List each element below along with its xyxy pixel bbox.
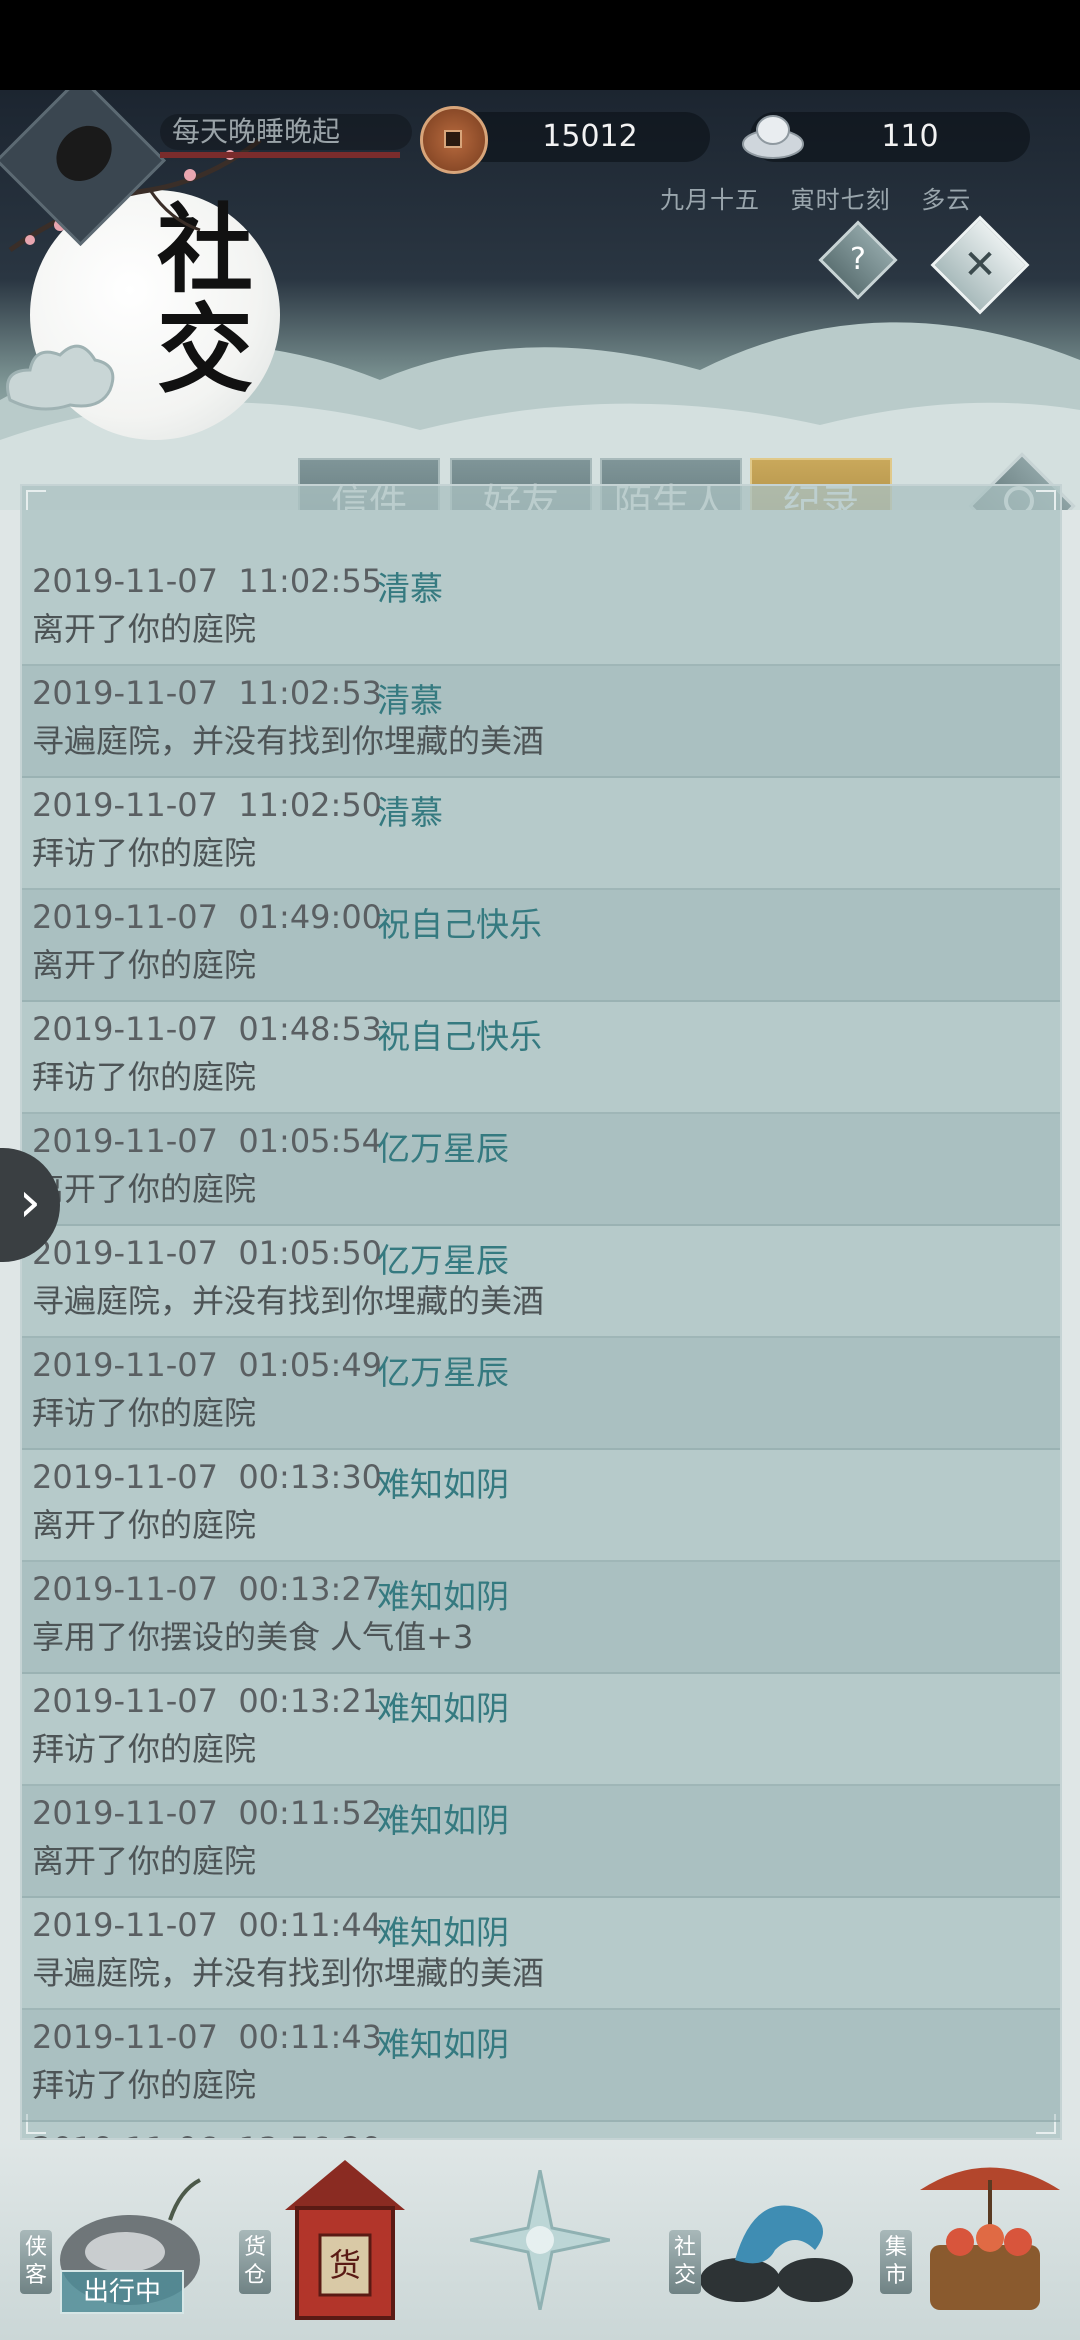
record-player-name[interactable]: 难知如阴: [377, 1794, 509, 1842]
record-action: 寻遍庭院，并没有找到你埋藏的美酒: [32, 1282, 545, 1320]
nav-market[interactable]: 集市: [880, 2150, 1070, 2340]
record-player-name[interactable]: 难知如阴: [377, 2018, 509, 2066]
nav-label: 社交: [669, 2230, 701, 2294]
market-stall-icon: [920, 2167, 1060, 2310]
record-row: 2019-11-07 01:05:54 亿万星辰离开了你的庭院: [22, 1114, 1060, 1226]
player-bar: [160, 152, 400, 158]
record-player-name[interactable]: 清慕: [377, 786, 443, 834]
record-action: 寻遍庭院，并没有找到你埋藏的美酒: [32, 722, 545, 760]
record-action: 拜访了你的庭院: [32, 2066, 257, 2104]
nav-xiake[interactable]: 侠客 出行中: [20, 2150, 210, 2340]
record-time: 2019-11-07 00:11:52: [32, 1794, 383, 1832]
warehouse-sign: 货: [329, 2246, 361, 2284]
record-time: 2019-11-07 11:02:55: [32, 562, 383, 600]
close-icon: ✕: [963, 242, 997, 288]
record-row: 2019-11-07 01:05:50 亿万星辰 寻遍庭院，并没有找到你埋藏的美酒: [22, 1226, 1060, 1338]
game-date: 九月十五: [660, 186, 760, 214]
record-action: 离开了你的庭院: [32, 610, 257, 648]
record-action: 离开了你的庭院: [32, 1842, 257, 1880]
warehouse-icon: 货: [285, 2160, 405, 2320]
record-time: 2019-11-07 01:49:00: [32, 898, 383, 936]
record-player-name[interactable]: 祝自己快乐: [377, 1010, 542, 1058]
bottom-nav: 侠客 出行中 货 货仓 社交 集市: [0, 2140, 1080, 2340]
record-time: 2019-11-07 00:11:43: [32, 2018, 383, 2056]
player-name: 每天晚睡晚起: [160, 114, 412, 150]
nav-label: 侠客: [20, 2230, 52, 2294]
nav-label: 货仓: [239, 2230, 271, 2294]
status-badge: 出行中: [60, 2270, 184, 2314]
game-hour: 寅时七刻: [790, 186, 891, 214]
records-list[interactable]: 2019-11-07 11:02:55 清慕 离开了你的庭院 2019-11-07 1…: [22, 554, 1060, 2138]
coin-value: 15012: [542, 119, 638, 154]
record-row: 2019-11-07 11:02:53 清慕 寻遍庭院，并没有找到你埋藏的美酒: [22, 666, 1060, 778]
record-player-name[interactable]: 亿万星辰: [377, 1122, 509, 1170]
record-time: 2019-11-06 13:56:29: [32, 2130, 382, 2138]
record-time: 2019-11-07 01:05:50: [32, 1234, 383, 1272]
record-row: 2019-11-07 00:13:27 难知如阴 享用了你摆设的美食 人气值+3: [22, 1562, 1060, 1674]
record-row: 2019-11-07 01:48:53 祝自己快乐拜访了你的庭院: [22, 1002, 1060, 1114]
social-wave-icon: [700, 2205, 853, 2302]
frame-corner: [1036, 490, 1056, 510]
frame-corner: [26, 490, 46, 510]
record-player-name[interactable]: 难知如阴: [377, 1458, 509, 1506]
record-row: 2019-11-07 11:02:55 清慕离开了你的庭院: [22, 554, 1060, 666]
records-panel[interactable]: 2019-11-07 11:02:55 清慕 离开了你的庭院 2019-11-07 1…: [20, 484, 1062, 2140]
silver-value: 110: [881, 119, 939, 154]
record-row: 2019-11-07 01:49:00 祝自己快乐离开了你的庭院: [22, 890, 1060, 1002]
chevron-right-icon: ›: [18, 1170, 42, 1235]
status-bar: [0, 0, 1080, 90]
record-player-name[interactable]: 难知如阴: [377, 2130, 509, 2138]
record-time: 2019-11-07 11:02:50: [32, 786, 383, 824]
record-row: 2019-11-07 00:13:21 难知如阴拜访了你的庭院: [22, 1674, 1060, 1786]
record-action: 离开了你的庭院: [32, 1170, 257, 1208]
silver-counter[interactable]: 110: [742, 112, 1030, 162]
record-row: 2019-11-07 00:13:30 难知如阴离开了你的庭院: [22, 1450, 1060, 1562]
record-action: 享用了你摆设的美食 人气值+3: [32, 1618, 474, 1656]
nav-home[interactable]: [470, 2150, 610, 2340]
record-player-name[interactable]: 难知如阴: [377, 1570, 509, 1618]
game-weather: 多云: [921, 186, 972, 214]
nav-social[interactable]: 社交: [665, 2150, 855, 2340]
record-player-name[interactable]: 亿万星辰: [377, 1346, 509, 1394]
record-time: 2019-11-07 00:13:21: [32, 1682, 383, 1720]
record-player-name[interactable]: 难知如阴: [377, 1906, 509, 1954]
silver-ingot-icon: [742, 115, 804, 159]
record-action: 拜访了你的庭院: [32, 1730, 257, 1768]
record-time: 2019-11-07 00:11:44: [32, 1906, 383, 1944]
record-action: 拜访了你的庭院: [32, 1058, 257, 1096]
record-player-name[interactable]: 难知如阴: [377, 1682, 509, 1730]
record-time: 2019-11-07 01:05:54: [32, 1122, 383, 1160]
record-time: 2019-11-07 11:02:53: [32, 674, 383, 712]
game-time: 九月十五 寅时七刻 多云: [660, 180, 971, 215]
record-time: 2019-11-07 01:48:53: [32, 1010, 383, 1048]
record-player-name[interactable]: 清慕: [377, 674, 443, 722]
nav-label: 集市: [880, 2230, 912, 2294]
question-icon: ?: [850, 242, 866, 277]
record-action: 拜访了你的庭院: [32, 834, 257, 872]
compass-star-icon: [470, 2170, 610, 2310]
record-row: 2019-11-07 00:11:43 难知如阴拜访了你的庭院: [22, 2010, 1060, 2122]
record-player-name[interactable]: 祝自己快乐: [377, 898, 542, 946]
record-action: 寻遍庭院，并没有找到你埋藏的美酒: [32, 1954, 545, 1992]
record-row: 2019-11-07 01:05:49 亿万星辰拜访了你的庭院: [22, 1338, 1060, 1450]
cloud-icon: [6, 344, 115, 411]
record-player-name[interactable]: 清慕: [377, 562, 443, 610]
header: 社交 每天晚睡晚起 15012 110 九月十五 寅时七刻 多云 ? ✕ 信件 …: [0, 90, 1080, 510]
record-time: 2019-11-07 00:13:27: [32, 1570, 383, 1608]
record-player-name[interactable]: 亿万星辰: [377, 1234, 509, 1282]
coin-counter[interactable]: 15012: [420, 106, 710, 174]
nav-warehouse[interactable]: 货 货仓: [235, 2150, 425, 2340]
record-row: 2019-11-06 13:56:29难知如阴: [22, 2122, 1060, 2138]
record-action: 离开了你的庭院: [32, 1506, 257, 1544]
record-row: 2019-11-07 00:11:52 难知如阴离开了你的庭院: [22, 1786, 1060, 1898]
record-row: 2019-11-07 00:11:44 难知如阴 寻遍庭院，并没有找到你埋藏的美酒: [22, 1898, 1060, 2010]
record-action: 拜访了你的庭院: [32, 1394, 257, 1432]
record-time: 2019-11-07 00:13:30: [32, 1458, 383, 1496]
record-action: 离开了你的庭院: [32, 946, 257, 984]
copper-coin-icon: [420, 106, 488, 174]
record-time: 2019-11-07 01:05:49: [32, 1346, 383, 1384]
record-row: 2019-11-07 11:02:50 清慕拜访了你的庭院: [22, 778, 1060, 890]
